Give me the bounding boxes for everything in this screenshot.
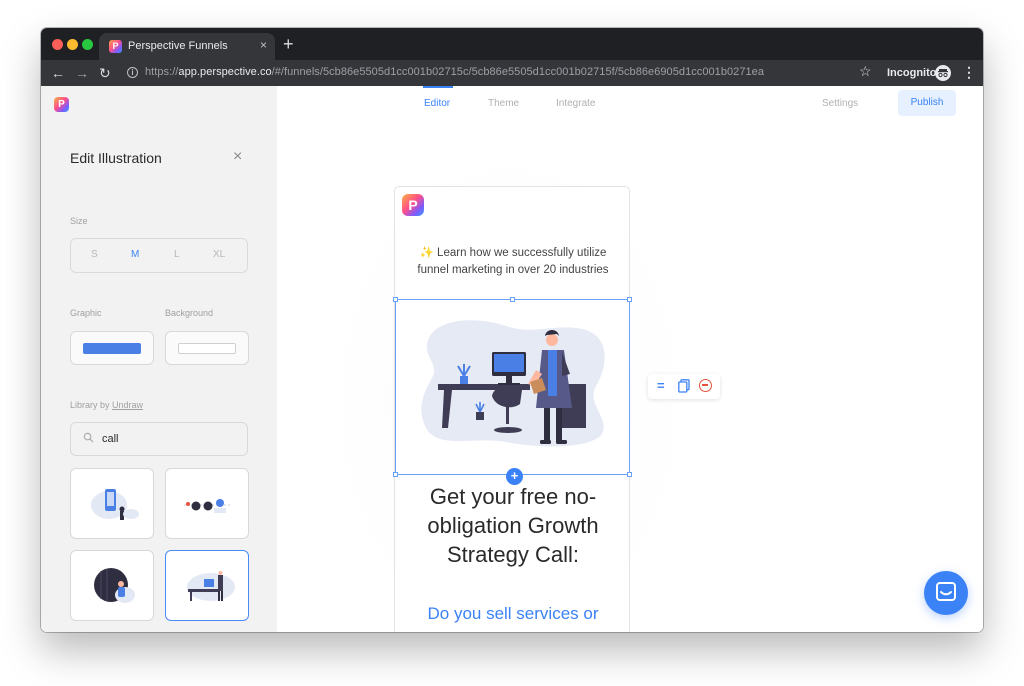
url-path: /#/funnels/5cb86e5505d1cc001b02715c/5cb8… <box>271 66 765 78</box>
close-window-button[interactable] <box>52 39 63 50</box>
background-label: Background <box>165 308 214 318</box>
delete-icon[interactable] <box>699 379 712 392</box>
chat-support-button[interactable] <box>924 571 968 615</box>
graphic-color-picker[interactable] <box>70 331 154 365</box>
size-option-xl[interactable]: XL <box>213 249 225 260</box>
tab-settings[interactable]: Settings <box>822 98 858 109</box>
office-call-illustration <box>187 571 235 601</box>
app-logo[interactable]: P <box>54 97 69 112</box>
new-tab-button[interactable]: + <box>283 34 294 54</box>
panel-title: Edit Illustration <box>70 150 162 166</box>
block-toolbar: = <box>648 374 720 399</box>
illustration-thumbnail-2[interactable] <box>165 468 249 539</box>
url-scheme: https:// <box>145 66 179 78</box>
funnel-page-preview: P ✨ Learn how we successfully utilize fu… <box>393 186 632 632</box>
illustration-thumbnail-3[interactable] <box>70 550 154 621</box>
size-option-m[interactable]: M <box>131 249 139 260</box>
graphic-color-swatch <box>83 343 141 354</box>
address-bar[interactable]: https://app.perspective.co/#/funnels/5cb… <box>145 66 764 78</box>
illustration-search-field[interactable]: call <box>70 422 248 456</box>
browser-toolbar: ← → ↻ i https://app.perspective.co/#/fun… <box>41 60 983 86</box>
maximize-window-button[interactable] <box>82 39 93 50</box>
page-heading[interactable]: Get your free no-obligation Growth Strat… <box>403 482 623 569</box>
selected-illustration-block[interactable]: + <box>393 297 632 485</box>
size-option-l[interactable]: L <box>174 249 180 260</box>
tab-integrate[interactable]: Integrate <box>556 98 595 109</box>
app-area: P Edit Illustration × Size S M L XL Grap… <box>41 86 983 632</box>
editor-main: Editor Theme Integrate Settings Publish … <box>277 86 983 632</box>
panel-close-icon[interactable]: × <box>233 148 242 166</box>
tab-strip: P Perspective Funnels × + <box>41 28 983 60</box>
night-call-illustration <box>94 568 135 603</box>
edit-sidebar: P Edit Illustration × Size S M L XL Grap… <box>41 86 277 632</box>
background-color-swatch <box>178 343 236 354</box>
search-input-value[interactable]: call <box>102 433 119 445</box>
intro-text[interactable]: ✨ Learn how we successfully utilize funn… <box>405 245 621 279</box>
conference-call-illustration <box>184 499 232 513</box>
site-info-icon[interactable]: i <box>127 67 138 78</box>
browser-menu-icon[interactable]: ⋮ <box>962 64 976 80</box>
url-host: app.perspective.co <box>178 66 272 78</box>
tab-close-icon[interactable]: × <box>260 38 267 52</box>
minimize-window-button[interactable] <box>67 39 78 50</box>
reload-icon[interactable]: ↻ <box>99 64 111 82</box>
forward-arrow-icon[interactable]: → <box>75 64 89 82</box>
size-label: Size <box>70 216 88 226</box>
illustration-thumbnail-4[interactable] <box>165 550 249 621</box>
search-icon <box>83 432 94 443</box>
incognito-icon[interactable] <box>935 65 951 81</box>
library-label: Library by Undraw <box>70 400 143 410</box>
bookmark-star-icon[interactable]: ☆ <box>859 63 872 80</box>
perspective-favicon-icon: P <box>109 40 122 53</box>
office-call-illustration <box>421 320 605 447</box>
tab-editor[interactable]: Editor <box>424 98 450 109</box>
library-prefix: Library by <box>70 400 113 410</box>
incognito-label: Incognito <box>887 67 937 79</box>
browser-tab[interactable]: P Perspective Funnels × <box>99 33 275 60</box>
funnel-logo[interactable]: P <box>402 194 424 216</box>
active-tab-indicator <box>423 86 453 88</box>
duplicate-icon[interactable] <box>678 379 690 393</box>
back-arrow-icon[interactable]: ← <box>51 64 65 82</box>
browser-window: P Perspective Funnels × + ← → ↻ i https:… <box>41 28 983 632</box>
align-icon[interactable]: = <box>657 378 665 394</box>
page-subheading[interactable]: Do you sell services or <box>403 603 623 625</box>
chat-icon <box>936 582 956 601</box>
size-option-s[interactable]: S <box>91 249 98 260</box>
publish-button[interactable]: Publish <box>898 90 956 116</box>
page: P Perspective Funnels × + ← → ↻ i https:… <box>0 0 1024 686</box>
undraw-link[interactable]: Undraw <box>112 400 143 410</box>
graphic-label: Graphic <box>70 308 102 318</box>
illustration-thumbnail-1[interactable] <box>70 468 154 539</box>
size-selector: S M L XL <box>70 238 248 273</box>
tab-theme[interactable]: Theme <box>488 98 519 109</box>
phone-call-illustration <box>91 489 139 520</box>
tab-title: Perspective Funnels <box>128 40 228 52</box>
background-color-picker[interactable] <box>165 331 249 365</box>
